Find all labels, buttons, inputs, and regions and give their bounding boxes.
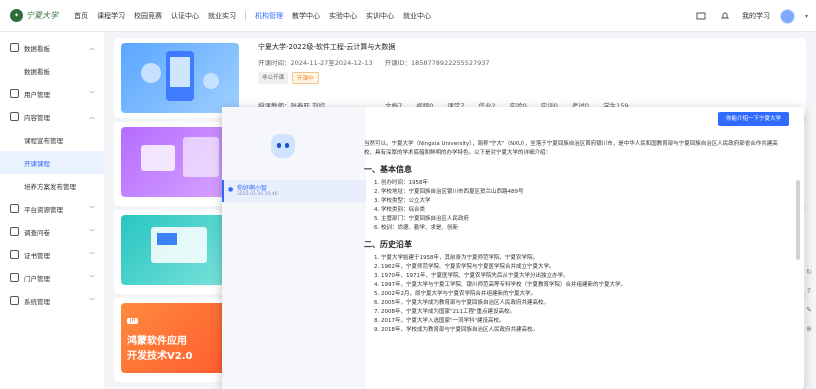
chevron-down-icon: ﹀ (88, 275, 95, 282)
logo-text: 宁夏大学 (26, 11, 58, 20)
course-id: 开课ID：1858778922255527937 (384, 59, 490, 67)
edit-icon[interactable]: ✎ (806, 306, 812, 314)
list-item: 6. 2005年，宁夏大学成为教育部与宁夏回族自治区人民政府共建高校。 (374, 300, 549, 306)
sidebar-item-system[interactable]: 系统管理 ﹀ (0, 289, 104, 312)
nav-institution-manage[interactable]: 机构管理 (255, 11, 283, 21)
list-item: 5. 2002年2月，原宁夏大学与宁夏农学院合并组建新的宁夏大学。 (374, 291, 536, 297)
scrollbar[interactable] (796, 180, 800, 260)
chevron-up-icon: ︿ (88, 114, 95, 121)
list-item: 3. 学校类型：公立大学 (374, 198, 431, 204)
survey-icon (10, 227, 19, 236)
sidebar-item-certificates[interactable]: 证书管理 ﹀ (0, 243, 104, 266)
list-item: 5. 主管部门：宁夏回族自治区人民政府 (374, 216, 469, 222)
course-thumb-line1: 鸿蒙软件应用 (127, 336, 187, 347)
list-item: 2. 1962年，宁夏师范学院、宁夏农学院与宁夏医学院合并成立宁夏大学。 (374, 264, 555, 270)
list-item: 4. 1997年，宁夏大学与宁夏工学院、银川师范高等专科学校（宁夏教育学院）合并… (374, 282, 626, 288)
screen-icon[interactable] (694, 9, 708, 23)
sidebar-item-portal[interactable]: 门户管理 ﹀ (0, 266, 104, 289)
list-item: 7. 2008年，宁夏大学成为国家"211工程"重点建设高校。 (374, 309, 516, 315)
ai-assistant-panel: ● 你好啊小智 2025-02-20 14:46 你能介绍一下宁夏大学 当然可以… (222, 107, 804, 389)
sidebar-item-resources[interactable]: 平台资源管理 ﹀ (0, 197, 104, 220)
chat-history-panel: ● 你好啊小智 2025-02-20 14:46 (222, 107, 366, 389)
chevron-down-icon[interactable]: ▾ (805, 13, 808, 20)
nav-course-study[interactable]: 课程学习 (97, 11, 125, 21)
user-question-bubble: 你能介绍一下宁夏大学 (717, 112, 789, 126)
list-item: 9. 2018年，学校成为教育部与宁夏回族自治区人民政府共建高校。 (374, 327, 538, 333)
help-icon[interactable]: ? (807, 287, 811, 295)
nav-employment-center[interactable]: 就业中心 (403, 11, 431, 21)
section-heading-basic: 一、基本信息 (364, 165, 412, 174)
sidebar-item-users[interactable]: 用户管理 ﹀ (0, 82, 104, 105)
settings-icon (10, 296, 19, 305)
bell-icon[interactable] (718, 9, 732, 23)
content-icon (10, 112, 19, 121)
course-thumbnail (121, 43, 239, 113)
section-heading-history: 二、历史沿革 (364, 240, 412, 249)
course-time: 开课时间：2024-11-27至2024-12-13 (258, 59, 373, 67)
chevron-down-icon: ﹀ (88, 229, 95, 236)
chevron-down-icon: ﹀ (88, 298, 95, 305)
my-study-link[interactable]: 我的学习 (742, 11, 770, 21)
sidebar-sub-dashboard[interactable]: 数据看板 (0, 59, 104, 82)
sidebar-item-dashboard[interactable]: 数据看板 ︿ (0, 36, 104, 59)
private-tag: 非公开课 (258, 72, 289, 84)
portal-icon (10, 273, 19, 282)
course-badge: JH (127, 318, 139, 324)
sidebar: 数据看板 ︿ 数据看板 用户管理 ﹀ 内容管理 ︿ 课程宣布管理 开课课程 培养方案发… (0, 32, 104, 389)
users-icon (10, 89, 19, 98)
course-thumb-line2: 开发技术V2.0 (127, 351, 193, 362)
nav-internship[interactable]: 就业实习 (208, 11, 236, 21)
sidebar-sub-open-courses[interactable]: 开课课程 (0, 151, 104, 174)
list-item: 2. 学校地址：宁夏回族自治区银川市西夏区贺兰山西路489号 (374, 189, 524, 195)
list-item: 1. 创办时间：1958年 (374, 180, 428, 186)
chevron-down-icon: ﹀ (88, 206, 95, 213)
sidebar-item-survey[interactable]: 调查问卷 ﹀ (0, 220, 104, 243)
chevron-up-icon: ︿ (88, 45, 95, 52)
university-logo[interactable]: ✦ 宁夏大学 (10, 9, 68, 22)
certificate-icon (10, 250, 19, 259)
refresh-icon[interactable]: ↻ (806, 268, 812, 276)
sidebar-sub-course-announce[interactable]: 课程宣布管理 (0, 128, 104, 151)
nav-certification[interactable]: 认证中心 (171, 11, 199, 21)
top-navbar: ✦ 宁夏大学 首页 课程学习 校园竞赛 认证中心 就业实习 机构管理 教学中心 … (0, 0, 816, 32)
chevron-down-icon: ﹀ (88, 252, 95, 259)
chat-bubble-icon: ● (228, 186, 234, 193)
chat-history-date: 2025-02-20 14:46 (237, 192, 278, 197)
sidebar-item-content[interactable]: 内容管理 ︿ (0, 105, 104, 128)
chevron-down-icon: ﹀ (88, 91, 95, 98)
list-item: 3. 1970年、1971年，宁夏医学院、宁夏农学院先后从宁夏大学分出独立办学。 (374, 273, 569, 279)
chat-history-title: 你好啊小智 (237, 185, 268, 192)
list-item: 8. 2017年，宁夏大学入选国家"一流学科"建设高校。 (374, 318, 505, 324)
nav-lab-center[interactable]: 实验中心 (329, 11, 357, 21)
list-item: 4. 学校类别：综合类 (374, 207, 425, 213)
status-badge: 开课中 (292, 72, 319, 84)
nav-divider (245, 11, 246, 20)
plus-icon[interactable]: ⊕ (806, 325, 812, 333)
list-item: 6. 校训：尚德、勤学、求是、创新 (374, 225, 458, 231)
response-intro: 当然可以。宁夏大学（Ningxia University），简称"宁大"（NXU… (364, 141, 778, 156)
nav-training-center[interactable]: 实训中心 (366, 11, 394, 21)
nav-home[interactable]: 首页 (74, 11, 88, 21)
user-avatar[interactable] (779, 8, 795, 24)
ai-response: 当然可以。宁夏大学（Ningxia University），简称"宁大"（NXU… (364, 140, 786, 335)
grid-icon (10, 204, 19, 213)
sidebar-sub-training-plan[interactable]: 培养方案发布管理 (0, 174, 104, 197)
robot-icon (271, 134, 295, 158)
nav-teaching-center[interactable]: 教学中心 (292, 11, 320, 21)
nav-campus-competition[interactable]: 校园竞赛 (134, 11, 162, 21)
logo-emblem-icon: ✦ (10, 9, 23, 22)
list-item: 1. 宁夏大学始建于1958年，其前身为宁夏师范学院、宁夏农学院。 (374, 255, 538, 261)
chat-history-item[interactable]: ● 你好啊小智 2025-02-20 14:46 (222, 180, 366, 202)
dashboard-icon (10, 43, 19, 52)
course-card[interactable]: 宁夏大学-2022级-软件工程-云计算与大数据 开课时间：2024-11-27至… (114, 38, 806, 118)
floating-toolbar: ↻ ? ✎ ⊕ (802, 268, 816, 333)
course-title[interactable]: 宁夏大学-2022级-软件工程-云计算与大数据 (258, 42, 490, 52)
